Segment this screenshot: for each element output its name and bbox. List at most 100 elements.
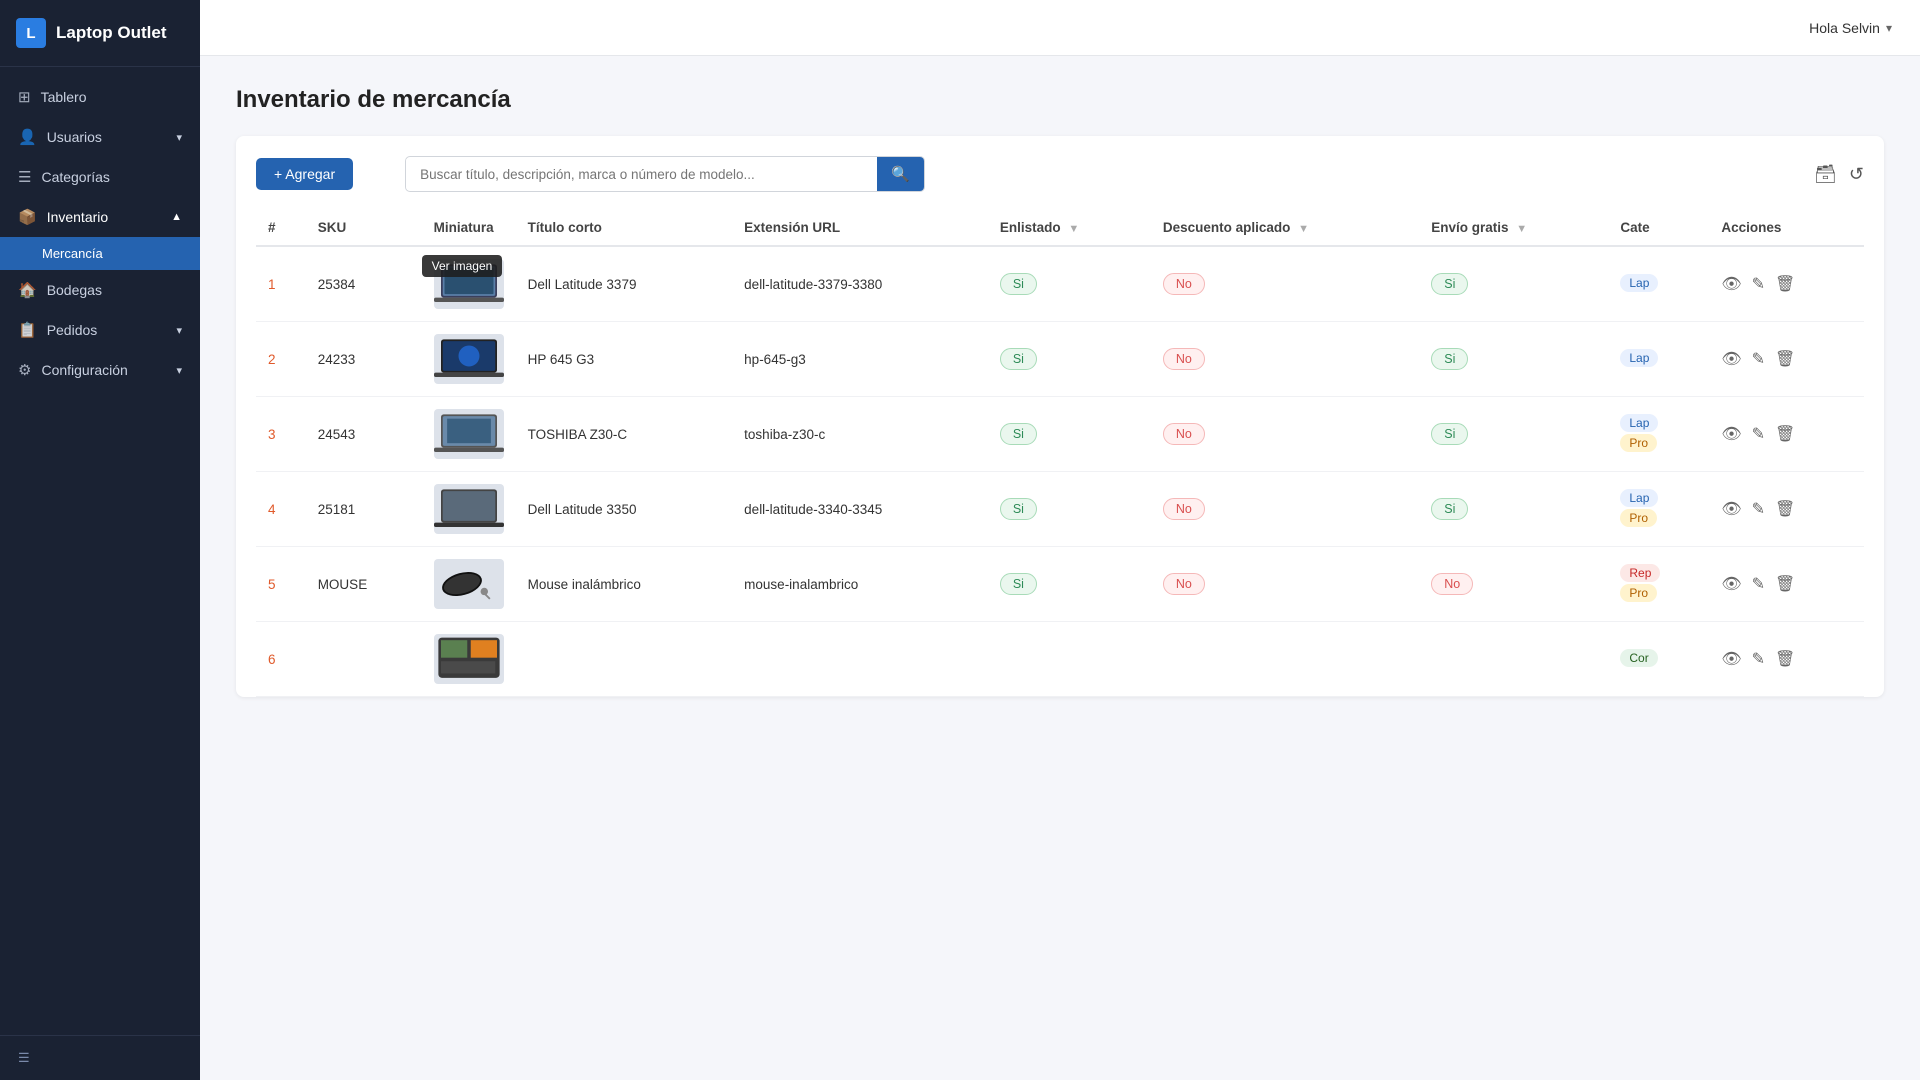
row-descuento — [1151, 622, 1419, 697]
user-greeting: Hola Selvin — [1809, 20, 1880, 36]
sidebar-item-tablero[interactable]: ⊞ Tablero — [0, 77, 200, 117]
row-thumbnail[interactable] — [422, 472, 516, 547]
row-category: Lap — [1608, 322, 1709, 397]
row-url: dell-latitude-3379-3380 — [732, 246, 988, 322]
col-miniatura: Miniatura — [422, 210, 516, 246]
table-card: + Agregar 🔍 🗃 ↺ # SKU — [236, 136, 1884, 697]
col-url: Extensión URL — [732, 210, 988, 246]
row-enlistado: Si — [988, 246, 1151, 322]
view-icon[interactable]: 👁 — [1721, 499, 1741, 519]
row-thumbnail[interactable] — [422, 622, 516, 697]
row-num: 1 — [256, 246, 306, 322]
sidebar-item-usuarios[interactable]: 👤 Usuarios ▾ — [0, 117, 200, 157]
edit-icon[interactable]: ✎ — [1752, 574, 1765, 594]
sidebar-item-bodegas[interactable]: 🏠 Bodegas — [0, 270, 200, 310]
sidebar-item-inventario[interactable]: 📦 Inventario ▲ — [0, 197, 200, 237]
pedidos-icon: 📋 — [18, 321, 37, 339]
add-button-label: + Agregar — [274, 166, 335, 182]
sidebar-footer: ☰ — [0, 1035, 200, 1080]
thumbnail-image — [434, 559, 504, 609]
row-envio — [1419, 622, 1608, 697]
sidebar-subitem-label: Mercancía — [42, 246, 103, 261]
row-url — [732, 622, 988, 697]
col-acciones: Acciones — [1709, 210, 1864, 246]
chevron-icon: ▾ — [176, 364, 182, 377]
logo-icon: L — [16, 18, 46, 48]
chevron-icon: ▲ — [171, 211, 182, 223]
row-thumbnail[interactable] — [422, 322, 516, 397]
descuento-badge: No — [1163, 273, 1205, 295]
row-thumbnail[interactable] — [422, 397, 516, 472]
search-input[interactable] — [406, 159, 877, 190]
delete-icon[interactable]: 🗑 — [1775, 424, 1795, 444]
search-bar: 🔍 — [405, 156, 925, 192]
user-menu[interactable]: Hola Selvin ▾ — [1809, 20, 1892, 36]
view-icon[interactable]: 👁 — [1721, 649, 1741, 669]
delete-icon[interactable]: 🗑 — [1775, 349, 1795, 369]
sidebar-logo[interactable]: L Laptop Outlet — [0, 0, 200, 67]
row-num: 6 — [256, 622, 306, 697]
thumbnail-image — [434, 634, 504, 684]
row-actions: 👁 ✎ 🗑 — [1709, 622, 1864, 697]
col-titulo: Título corto — [516, 210, 733, 246]
sidebar-item-label: Configuración — [41, 362, 127, 378]
sidebar-item-categorias[interactable]: ☰ Categorías — [0, 157, 200, 197]
row-thumbnail[interactable] — [422, 547, 516, 622]
enlistado-badge: Si — [1000, 423, 1037, 445]
envio-badge: No — [1431, 573, 1473, 595]
row-enlistado: Si — [988, 322, 1151, 397]
box-icon-button[interactable]: 🗃 — [1814, 164, 1837, 185]
topbar: Hola Selvin ▾ — [200, 0, 1920, 56]
user-menu-chevron: ▾ — [1886, 21, 1892, 35]
table-row: 2 24233 HP 645 G3 hp-645-g3 Si No Si Lap… — [256, 322, 1864, 397]
thumbnail-image — [434, 334, 504, 384]
row-thumbnail[interactable]: Ver imagen — [422, 246, 516, 322]
delete-icon[interactable]: 🗑 — [1775, 274, 1795, 294]
edit-icon[interactable]: ✎ — [1752, 424, 1765, 444]
refresh-button[interactable]: ↺ — [1849, 164, 1864, 185]
sidebar-item-label: Usuarios — [47, 129, 102, 145]
row-envio: Si — [1419, 397, 1608, 472]
row-url: dell-latitude-3340-3345 — [732, 472, 988, 547]
delete-icon[interactable]: 🗑 — [1775, 574, 1795, 594]
add-button[interactable]: + Agregar — [256, 158, 353, 190]
row-title: Dell Latitude 3350 — [516, 472, 733, 547]
row-title — [516, 622, 733, 697]
view-icon[interactable]: 👁 — [1721, 574, 1741, 594]
row-num: 5 — [256, 547, 306, 622]
main-content: Inventario de mercancía + Agregar 🔍 🗃 ↺ — [200, 56, 1920, 1080]
edit-icon[interactable]: ✎ — [1752, 499, 1765, 519]
sidebar-item-pedidos[interactable]: 📋 Pedidos ▾ — [0, 310, 200, 350]
view-icon[interactable]: 👁 — [1721, 274, 1741, 294]
row-num: 4 — [256, 472, 306, 547]
row-descuento: No — [1151, 472, 1419, 547]
bodegas-icon: 🏠 — [18, 281, 37, 299]
sidebar-item-label: Pedidos — [47, 322, 98, 338]
row-category: RepPro — [1608, 547, 1709, 622]
delete-icon[interactable]: 🗑 — [1775, 649, 1795, 669]
col-envio: Envío gratis ▼ — [1419, 210, 1608, 246]
category-badge: Pro — [1620, 509, 1657, 527]
view-icon[interactable]: 👁 — [1721, 424, 1741, 444]
search-button[interactable]: 🔍 — [877, 157, 924, 191]
row-enlistado: Si — [988, 397, 1151, 472]
row-url: mouse-inalambrico — [732, 547, 988, 622]
edit-icon[interactable]: ✎ — [1752, 274, 1765, 294]
sidebar-subitem-mercancia[interactable]: Mercancía — [0, 237, 200, 270]
sidebar-item-label: Bodegas — [47, 282, 102, 298]
category-badge: Lap — [1620, 489, 1658, 507]
descuento-badge: No — [1163, 498, 1205, 520]
edit-icon[interactable]: ✎ — [1752, 349, 1765, 369]
delete-icon[interactable]: 🗑 — [1775, 499, 1795, 519]
envio-badge: Si — [1431, 498, 1468, 520]
descuento-badge: No — [1163, 573, 1205, 595]
table-row: 5 MOUSE Mouse inalámbrico mouse-inalambr… — [256, 547, 1864, 622]
row-enlistado: Si — [988, 547, 1151, 622]
page-title: Inventario de mercancía — [236, 86, 1884, 114]
sidebar-item-configuracion[interactable]: ⚙ Configuración ▾ — [0, 350, 200, 390]
row-descuento: No — [1151, 397, 1419, 472]
edit-icon[interactable]: ✎ — [1752, 649, 1765, 669]
view-icon[interactable]: 👁 — [1721, 349, 1741, 369]
thumbnail-image — [434, 484, 504, 534]
sidebar: L Laptop Outlet ⊞ Tablero 👤 Usuarios ▾☰ … — [0, 0, 200, 1080]
